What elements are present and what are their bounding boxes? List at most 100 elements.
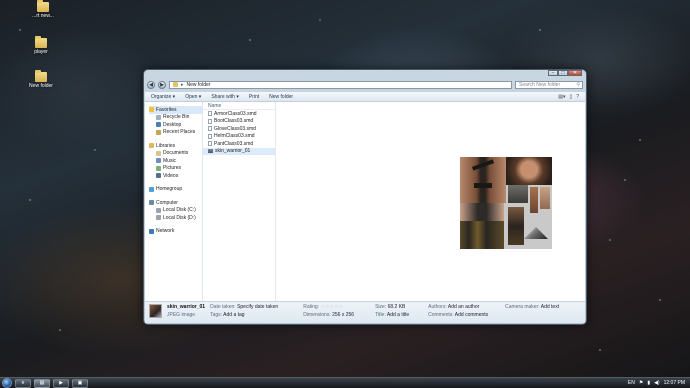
desktop-icon-shortcut[interactable]: ...rt new... (26, 0, 60, 19)
drive-icon (156, 207, 161, 213)
details-camera: Camera maker: Add text (505, 304, 559, 321)
document-icon (208, 111, 212, 117)
texture-preview-image (460, 157, 552, 249)
nav-label: Network (156, 228, 175, 235)
nav-homegroup[interactable]: Homegroup (149, 186, 202, 194)
taskbar-explorer-button[interactable]: ▤ (34, 378, 50, 388)
print-button[interactable]: Print (249, 94, 259, 100)
search-input[interactable]: Search New folder ⚲ (515, 80, 583, 89)
document-icon (208, 141, 212, 147)
libraries-group: Libraries Documents Music Pictures Video… (149, 142, 202, 180)
desktop-icon-new-folder[interactable]: New folder (24, 70, 58, 89)
preview-pane-icon[interactable]: ▯ (569, 94, 572, 100)
desktop-icon-label: player (34, 49, 48, 55)
taskbar-app-button[interactable]: ▣ (72, 378, 88, 388)
desktop-icon-player[interactable]: player (24, 36, 58, 55)
authors-value[interactable]: Add an author (448, 304, 479, 310)
homegroup-group: Homegroup (149, 186, 202, 194)
tray-flag-icon[interactable]: ⚑ (639, 380, 643, 386)
nav-label: Libraries (156, 142, 176, 149)
language-indicator[interactable]: EN (628, 380, 635, 386)
comments-value[interactable]: Add comments (455, 312, 488, 318)
file-thumbnail (149, 304, 162, 318)
address-row: ◀ ▶ ▸ New folder Search New folder ⚲ (147, 79, 583, 90)
desktop-icon-label: ...rt new... (32, 13, 54, 19)
help-icon[interactable]: ? (576, 94, 579, 100)
column-header-name[interactable]: Name (203, 103, 275, 110)
share-with-button[interactable]: Share with ▾ (211, 94, 239, 100)
title-bar[interactable]: – □ ✕ (144, 70, 586, 79)
file-row[interactable]: ArmorClass03.smd (203, 110, 275, 118)
file-row[interactable]: GloveClass03.smd (203, 125, 275, 133)
minimize-button[interactable]: – (548, 70, 558, 76)
nav-libraries[interactable]: Libraries (149, 142, 202, 150)
nav-desktop[interactable]: Desktop (149, 121, 202, 129)
details-rating-dimensions: Rating: ☆☆☆☆☆ Dimensions: 256 x 256 (303, 304, 354, 321)
nav-label: Local Disk (D:) (163, 214, 196, 221)
star-icon (149, 107, 154, 113)
maximize-button[interactable]: □ (558, 70, 568, 76)
address-bar[interactable]: ▸ New folder (169, 80, 512, 89)
recycle-bin-icon (156, 114, 161, 120)
date-taken-value[interactable]: Specify date taken (237, 304, 278, 310)
content-area: Favorites Recycle Bin Desktop Recent Pla… (145, 102, 585, 301)
nav-computer[interactable]: Computer (149, 199, 202, 207)
nav-pictures[interactable]: Pictures (149, 165, 202, 173)
system-tray: EN ⚑ ▮ ◀) 12:07 PM (628, 380, 690, 386)
document-icon (208, 126, 212, 132)
nav-label: Computer (156, 199, 178, 206)
explorer-window[interactable]: – □ ✕ ◀ ▶ ▸ New folder Search New folder… (143, 69, 587, 325)
nav-recent-places[interactable]: Recent Places (149, 129, 202, 137)
nav-label: Local Disk (C:) (163, 207, 196, 214)
breadcrumb[interactable]: New folder (187, 82, 211, 88)
breadcrumb-arrow-icon: ▸ (181, 81, 184, 88)
close-button[interactable]: ✕ (568, 70, 582, 76)
rating-stars[interactable]: ☆☆☆☆☆ (320, 304, 342, 310)
title-label: Title: (375, 312, 386, 318)
nav-videos[interactable]: Videos (149, 172, 202, 180)
computer-icon (149, 200, 154, 206)
file-row[interactable]: HelmClass03.smd (203, 133, 275, 141)
preview-pane (276, 102, 585, 301)
taskbar-media-player-button[interactable]: ▶ (53, 378, 69, 388)
view-options-icon[interactable]: ▤▾ (558, 94, 565, 100)
nav-recycle-bin[interactable]: Recycle Bin (149, 114, 202, 122)
title-value[interactable]: Add a title (387, 312, 409, 318)
tray-volume-icon[interactable]: ◀) (654, 380, 660, 386)
file-name: skin_warrior_01 (215, 148, 251, 155)
organize-button[interactable]: Organize ▾ (151, 94, 175, 100)
nav-label: Documents (163, 150, 189, 157)
start-button[interactable] (2, 378, 12, 388)
folder-icon (37, 0, 49, 12)
nav-music[interactable]: Music (149, 157, 202, 165)
videos-icon (156, 173, 161, 179)
nav-label: Videos (163, 172, 179, 179)
clock[interactable]: 12:07 PM (664, 380, 685, 386)
libraries-icon (149, 143, 154, 149)
nav-local-disk-d[interactable]: Local Disk (D:) (149, 214, 202, 222)
forward-button[interactable]: ▶ (158, 80, 166, 89)
details-authors-comments: Authors: Add an author Comments: Add com… (428, 304, 488, 321)
file-row[interactable]: PantClass03.smd (203, 140, 275, 148)
new-folder-button[interactable]: New folder (269, 94, 293, 100)
camera-maker-value[interactable]: Add text (541, 304, 559, 310)
file-name: HelmClass03.smd (214, 133, 255, 140)
dimensions-label: Dimensions: (303, 312, 331, 318)
nav-network[interactable]: Network (149, 228, 202, 236)
file-row[interactable]: BootClass03.smd (203, 118, 275, 126)
rating-label: Rating: (303, 304, 320, 310)
folder-icon (173, 82, 178, 87)
nav-local-disk-c[interactable]: Local Disk (C:) (149, 207, 202, 215)
nav-documents[interactable]: Documents (149, 150, 202, 158)
file-row-selected[interactable]: skin_warrior_01 (203, 147, 275, 155)
taskbar: e ▤ ▶ ▣ EN ⚑ ▮ ◀) 12:07 PM (0, 377, 690, 388)
open-button[interactable]: Open ▾ (185, 94, 201, 100)
recent-places-icon (156, 129, 161, 135)
nav-favorites[interactable]: Favorites (149, 106, 202, 114)
tray-network-icon[interactable]: ▮ (647, 380, 650, 386)
tags-value[interactable]: Add a tag (223, 312, 244, 318)
back-button[interactable]: ◀ (147, 80, 155, 89)
search-icon: ⚲ (576, 81, 580, 88)
taskbar-ie-button[interactable]: e (15, 378, 31, 388)
date-taken-label: Date taken: (210, 304, 236, 310)
